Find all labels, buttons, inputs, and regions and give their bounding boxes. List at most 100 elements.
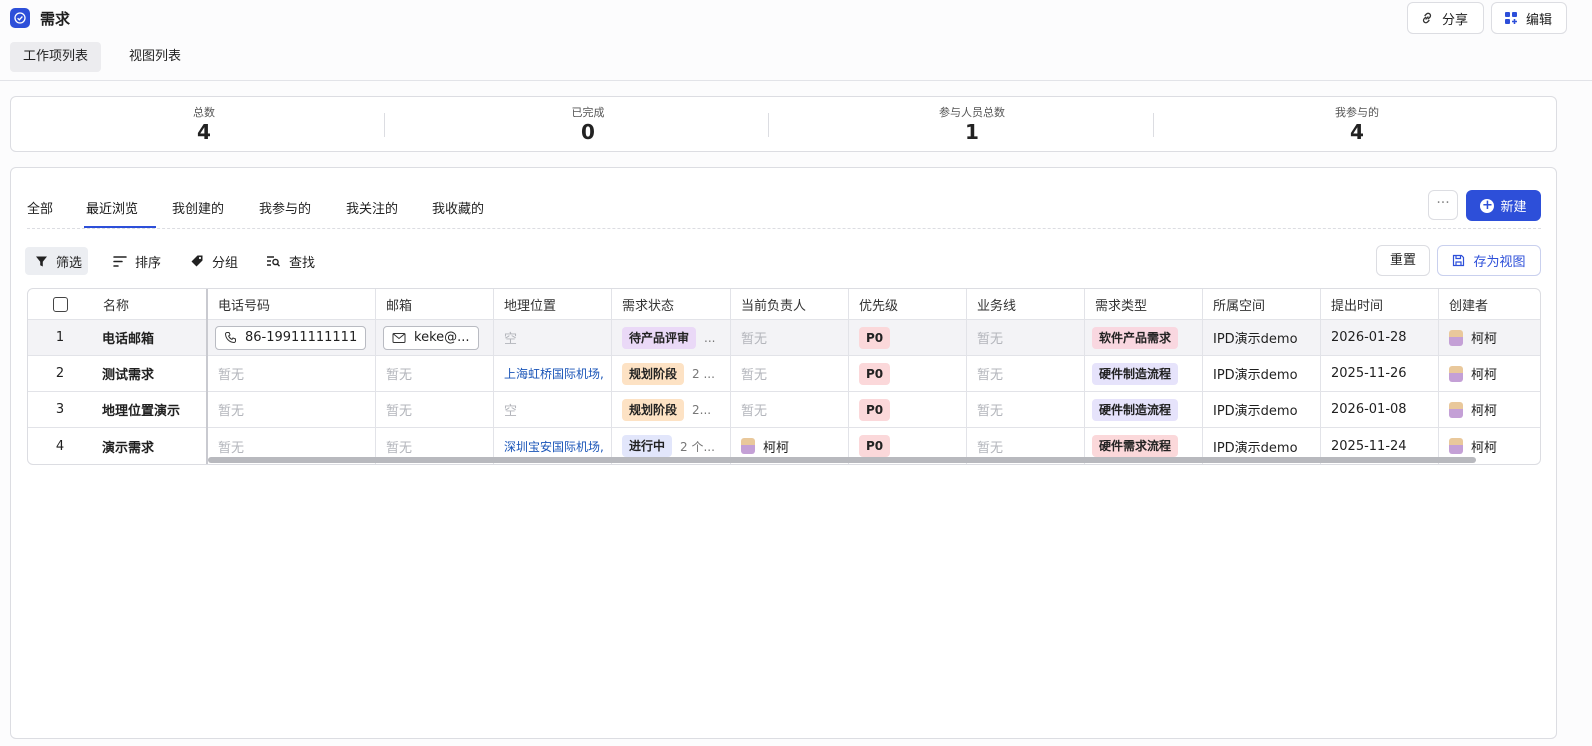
column-header[interactable]: 提出时间 — [1321, 289, 1439, 319]
share-button[interactable]: 分享 — [1407, 2, 1484, 34]
column-header[interactable]: 需求状态 — [612, 289, 731, 319]
date-cell[interactable]: 2026-01-08 — [1321, 392, 1439, 427]
avatar — [1449, 438, 1463, 454]
location-cell[interactable]: 空 — [494, 320, 612, 355]
frozen-column-divider[interactable] — [206, 289, 208, 464]
filter-tab-all[interactable]: 全部 — [27, 198, 53, 217]
find-button[interactable]: 查找 — [266, 250, 315, 272]
priority-badge: P0 — [859, 326, 891, 349]
creator-cell[interactable]: 柯柯 — [1439, 320, 1540, 355]
email-cell[interactable]: 暂无 — [376, 392, 494, 427]
table-row[interactable]: 3 地理位置演示 暂无 暂无 空 规划阶段 2... 暂无 P0 暂无 硬件制造… — [28, 392, 1540, 428]
sort-label: 排序 — [135, 255, 162, 271]
location-cell[interactable]: 空 — [494, 392, 612, 427]
column-header[interactable]: 邮箱 — [376, 289, 494, 319]
space-cell[interactable]: IPD演示demo — [1203, 356, 1321, 391]
location-link[interactable]: 上海虹桥国际机场, — [494, 356, 612, 391]
filter-tab-participated[interactable]: 我参与的 — [259, 198, 311, 217]
filter-button[interactable]: 筛选 — [25, 247, 89, 275]
row-index: 4 — [55, 438, 65, 454]
priority-cell[interactable]: P0 — [849, 320, 967, 355]
tab-work-item-list[interactable]: 工作项列表 — [10, 42, 102, 72]
item-name[interactable]: 电话邮箱 — [92, 320, 208, 355]
creator-cell[interactable]: 柯柯 — [1439, 356, 1540, 391]
save-view-label: 存为视图 — [1473, 255, 1526, 270]
column-header[interactable]: 需求类型 — [1085, 289, 1203, 319]
column-header[interactable]: 所属空间 — [1203, 289, 1321, 319]
group-button[interactable]: 分组 — [190, 250, 238, 272]
type-cell[interactable]: 硬件制造流程 — [1085, 392, 1203, 427]
owner-cell[interactable]: 暂无 — [731, 356, 849, 391]
status-cell[interactable]: 规划阶段 2... — [612, 392, 731, 427]
email-cell[interactable]: keke@... — [376, 320, 494, 355]
filter-tab-favorites[interactable]: 我收藏的 — [432, 198, 484, 217]
type-cell[interactable]: 硬件制造流程 — [1085, 356, 1203, 391]
date-cell[interactable]: 2026-01-28 — [1321, 320, 1439, 355]
table-row[interactable]: 1 电话邮箱 86-19911111111 keke@... 空 待产品评审 .… — [28, 320, 1540, 356]
space-cell[interactable]: IPD演示demo — [1203, 392, 1321, 427]
item-name[interactable]: 演示需求 — [92, 428, 208, 464]
item-name[interactable]: 地理位置演示 — [92, 392, 208, 427]
phone-cell[interactable]: 暂无 — [208, 392, 376, 427]
column-header[interactable]: 创建者 — [1439, 289, 1540, 319]
select-all-checkbox[interactable] — [52, 296, 68, 312]
creator-name: 柯柯 — [1471, 332, 1498, 347]
stat-value: 4 — [197, 120, 211, 144]
column-header[interactable]: 业务线 — [967, 289, 1085, 319]
space-cell[interactable]: IPD演示demo — [1203, 320, 1321, 355]
business-cell[interactable]: 暂无 — [967, 392, 1085, 427]
date-cell[interactable]: 2025-11-26 — [1321, 356, 1439, 391]
email-chip[interactable]: keke@... — [383, 325, 479, 350]
row-index: 1 — [55, 330, 65, 345]
edit-button[interactable]: 编辑 — [1491, 2, 1567, 34]
column-header[interactable]: 当前负责人 — [731, 289, 849, 319]
status-cell[interactable]: 待产品评审 ... — [612, 320, 731, 355]
item-name[interactable]: 测试需求 — [92, 356, 208, 391]
type-badge: 硬件制造流程 — [1092, 362, 1179, 385]
column-header[interactable]: 地理位置 — [494, 289, 612, 319]
tab-view-list[interactable]: 视图列表 — [116, 42, 194, 72]
phone-chip[interactable]: 86-19911111111 — [215, 325, 367, 350]
status-badge: 待产品评审 — [622, 326, 697, 349]
horizontal-scrollbar[interactable] — [208, 457, 1476, 463]
business-cell[interactable]: 暂无 — [967, 320, 1085, 355]
owner-name: 柯柯 — [763, 440, 790, 456]
filter-label: 筛选 — [56, 255, 83, 271]
save-view-button[interactable]: 存为视图 — [1437, 245, 1541, 276]
table-row[interactable]: 2 测试需求 暂无 暂无 上海虹桥国际机场, 规划阶段 2 ... 暂无 P0 … — [28, 356, 1540, 392]
active-tab-indicator — [84, 226, 156, 228]
work-item-table: 名称 电话号码 邮箱 地理位置 需求状态 当前负责人 优先级 业务线 需求类型 … — [27, 288, 1541, 465]
business-cell[interactable]: 暂无 — [967, 356, 1085, 391]
stats-summary: 总数 4 已完成 0 参与人员总数 1 我参与的 4 — [10, 96, 1557, 152]
column-header[interactable]: 电话号码 — [208, 289, 376, 319]
creator-cell[interactable]: 柯柯 — [1439, 392, 1540, 427]
status-badge: 规划阶段 — [622, 398, 685, 421]
status-cell[interactable]: 规划阶段 2 ... — [612, 356, 731, 391]
sort-icon — [113, 255, 127, 267]
new-button[interactable]: + 新建 — [1466, 190, 1541, 221]
priority-cell[interactable]: P0 — [849, 392, 967, 427]
mail-icon — [392, 332, 406, 343]
column-header[interactable]: 名称 — [92, 289, 208, 319]
column-header[interactable]: 优先级 — [849, 289, 967, 319]
more-button[interactable]: ··· — [1428, 190, 1458, 220]
status-extra: ... — [704, 330, 716, 345]
email-value: keke@... — [414, 330, 470, 345]
priority-cell[interactable]: P0 — [849, 356, 967, 391]
owner-cell[interactable]: 暂无 — [731, 392, 849, 427]
filter-tab-following[interactable]: 我关注的 — [346, 198, 398, 217]
avatar — [1449, 365, 1463, 382]
filter-tab-created[interactable]: 我创建的 — [172, 198, 224, 217]
reset-button[interactable]: 重置 — [1376, 245, 1430, 276]
email-cell[interactable]: 暂无 — [376, 356, 494, 391]
owner-cell[interactable]: 暂无 — [731, 320, 849, 355]
phone-cell[interactable]: 86-19911111111 — [208, 320, 376, 355]
save-icon — [1453, 254, 1465, 267]
stat-label: 已完成 — [571, 106, 605, 119]
type-cell[interactable]: 软件产品需求 — [1085, 320, 1203, 355]
sort-button[interactable]: 排序 — [113, 250, 161, 272]
work-item-panel: 全部 最近浏览 我创建的 我参与的 我关注的 我收藏的 ··· + 新建 筛选 … — [10, 167, 1557, 739]
filter-tab-recent[interactable]: 最近浏览 — [86, 198, 138, 217]
stat-label: 我参与的 — [1335, 106, 1379, 119]
phone-cell[interactable]: 暂无 — [208, 356, 376, 391]
